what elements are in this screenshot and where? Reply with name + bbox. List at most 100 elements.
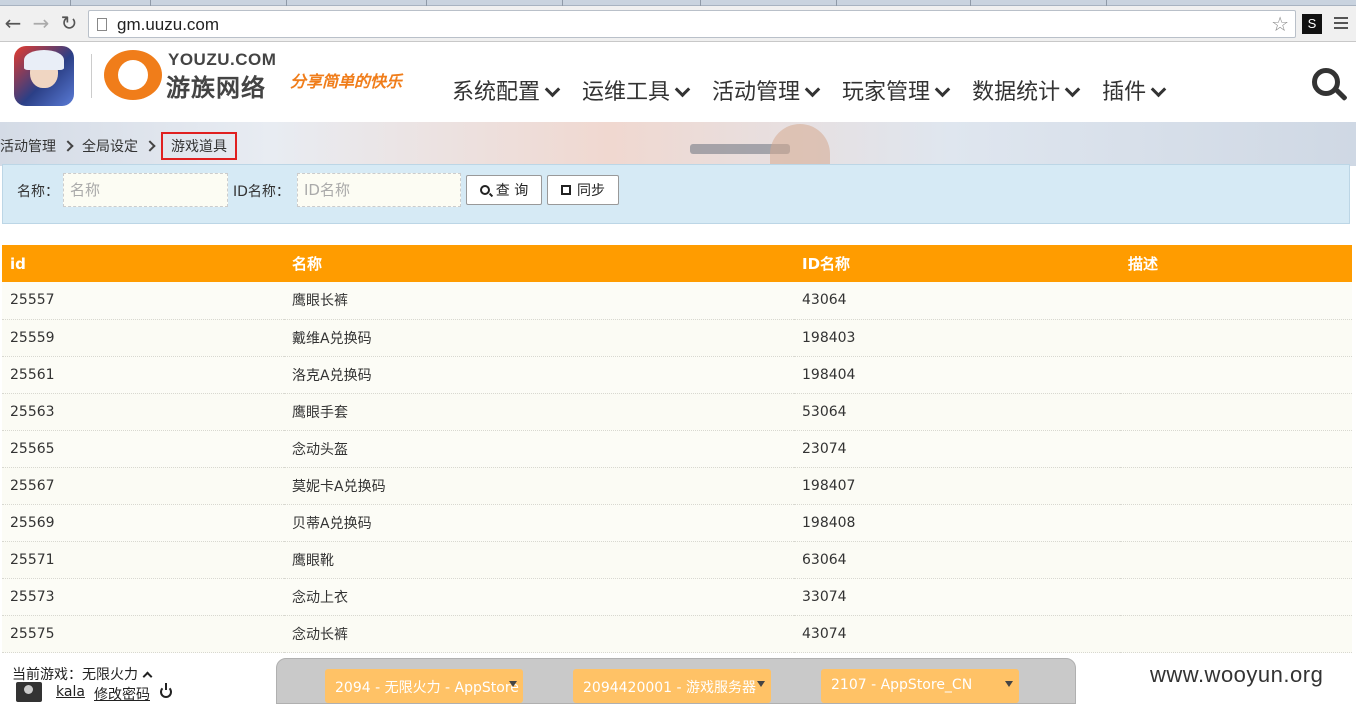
- reload-icon[interactable]: ↻: [58, 12, 80, 34]
- cell-id: 25573: [2, 578, 284, 616]
- cell-name: 念动上衣: [284, 578, 794, 616]
- nav-item-label: 插件: [1102, 80, 1147, 105]
- chevron-down-icon: [804, 81, 821, 97]
- cell-id: 25569: [2, 504, 284, 542]
- cell-name: 莫妮卡A兑换码: [284, 467, 794, 505]
- cell-id-name: 43074: [794, 615, 1120, 653]
- table-row[interactable]: 25569 贝蒂A兑换码 198408: [2, 504, 1352, 542]
- cell-id-name: 23074: [794, 430, 1120, 468]
- bookmark-star-icon[interactable]: ☆: [1271, 12, 1289, 36]
- chevron-down-icon: [1064, 81, 1081, 97]
- table-row[interactable]: 25559 戴维A兑换码 198403: [2, 319, 1352, 357]
- filter-bar: 名称： ID名称： 查 询 同步: [2, 164, 1350, 224]
- cell-id: 25563: [2, 393, 284, 431]
- table-row[interactable]: 25573 念动上衣 33074: [2, 578, 1352, 616]
- query-button[interactable]: 查 询: [466, 175, 542, 205]
- user-avatar-icon: [16, 682, 42, 702]
- server-select[interactable]: 2094420001 - 游戏服务器: [573, 669, 771, 703]
- nav-item-label: 系统配置: [452, 80, 541, 105]
- cell-id-name: 198407: [794, 467, 1120, 505]
- watermark: www.wooyun.org: [1150, 662, 1324, 687]
- cell-id-name: 63064: [794, 541, 1120, 579]
- game-select[interactable]: 2094 - 无限火力 - AppStore: [325, 669, 523, 703]
- column-header-id: id: [2, 245, 284, 282]
- cell-desc: [1120, 578, 1352, 616]
- banner-art: [770, 124, 830, 166]
- nav-item-plugins[interactable]: 插件: [1102, 74, 1167, 106]
- cell-name: 鹰眼手套: [284, 393, 794, 431]
- nav-item-activity-mgmt[interactable]: 活动管理: [712, 74, 821, 106]
- current-game-label: 当前游戏：无限火力: [12, 667, 138, 683]
- chevron-down-icon: [934, 81, 951, 97]
- platform-select[interactable]: 2107 - AppStore_CN: [821, 669, 1019, 703]
- nav-item-system-config[interactable]: 系统配置: [452, 74, 561, 106]
- cell-name: 洛克A兑换码: [284, 356, 794, 394]
- chevron-right-icon: [62, 140, 74, 152]
- breadcrumb-current: 游戏道具: [161, 132, 237, 160]
- edit-icon: [561, 185, 571, 195]
- nav-item-player-mgmt[interactable]: 玩家管理: [842, 74, 951, 106]
- url-text[interactable]: gm.uuzu.com: [117, 15, 219, 35]
- nav-item-data-stats[interactable]: 数据统计: [972, 74, 1081, 106]
- cell-id-name: 33074: [794, 578, 1120, 616]
- search-icon[interactable]: [1312, 68, 1348, 104]
- sync-button[interactable]: 同步: [547, 175, 619, 205]
- nav-item-ops-tools[interactable]: 运维工具: [582, 74, 691, 106]
- logout-power-icon[interactable]: [160, 683, 172, 698]
- query-button-label: 查 询: [495, 183, 529, 199]
- address-bar[interactable]: gm.uuzu.com ☆: [88, 10, 1296, 38]
- id-name-input[interactable]: [297, 173, 461, 207]
- logo-cn-text: 游族网络: [166, 74, 266, 102]
- name-label: 名称：: [17, 184, 59, 200]
- cell-id-name: 53064: [794, 393, 1120, 431]
- cell-id-name: 43064: [794, 282, 1120, 320]
- table-row[interactable]: 25575 念动长裤 43074: [2, 615, 1352, 653]
- extension-s-icon[interactable]: S: [1302, 14, 1322, 34]
- cell-id: 25575: [2, 615, 284, 653]
- cell-name: 念动头盔: [284, 430, 794, 468]
- cell-id: 25567: [2, 467, 284, 505]
- dropdown-arrow-icon: [1005, 681, 1013, 687]
- table-row[interactable]: 25563 鹰眼手套 53064: [2, 393, 1352, 431]
- chevron-down-icon: [1150, 81, 1167, 97]
- youzu-hand-logo-icon: [104, 50, 162, 100]
- table-row[interactable]: 25557 鹰眼长裤 43064: [2, 282, 1352, 320]
- table-row[interactable]: 25565 念动头盔 23074: [2, 430, 1352, 468]
- main-nav: 系统配置 运维工具 活动管理 玩家管理 数据统计 插件: [452, 74, 1188, 106]
- cell-id-name: 198404: [794, 356, 1120, 394]
- table-row[interactable]: 25571 鹰眼靴 63064: [2, 541, 1352, 579]
- table-row[interactable]: 25561 洛克A兑换码 198404: [2, 356, 1352, 394]
- browser-menu-icon[interactable]: [1334, 17, 1348, 31]
- cell-desc: [1120, 541, 1352, 579]
- chevron-down-icon: [674, 81, 691, 97]
- cell-desc: [1120, 319, 1352, 357]
- cell-desc: [1120, 504, 1352, 542]
- page-icon: [97, 18, 107, 31]
- cell-name: 念动长裤: [284, 615, 794, 653]
- search-icon: [479, 185, 490, 195]
- breadcrumb-item[interactable]: 全局设定: [82, 136, 138, 156]
- cell-id-name: 198403: [794, 319, 1120, 357]
- header-divider: [91, 54, 92, 98]
- breadcrumb-item[interactable]: 活动管理: [0, 136, 56, 156]
- cell-desc: [1120, 282, 1352, 320]
- back-arrow-icon[interactable]: ←: [2, 12, 24, 34]
- sync-button-label: 同步: [577, 183, 605, 199]
- cell-desc: [1120, 615, 1352, 653]
- forward-arrow-icon[interactable]: →: [30, 12, 52, 34]
- cell-name: 戴维A兑换码: [284, 319, 794, 357]
- cell-name: 鹰眼靴: [284, 541, 794, 579]
- game-avatar-icon: [14, 46, 74, 106]
- table-row[interactable]: 25567 莫妮卡A兑换码 198407: [2, 467, 1352, 505]
- site-header: YOUZU.COM 游族网络 分享简单的快乐 系统配置 运维工具 活动管理 玩家…: [0, 42, 1356, 122]
- current-game-toggle[interactable]: 当前游戏：无限火力: [12, 664, 153, 684]
- chevron-down-icon: [544, 81, 561, 97]
- logo-en-text: YOUZU.COM: [168, 50, 277, 69]
- dropdown-arrow-icon: [509, 681, 517, 687]
- username-link[interactable]: kala: [56, 684, 85, 700]
- cell-id: 25565: [2, 430, 284, 468]
- change-password-link[interactable]: 修改密码: [94, 684, 150, 704]
- name-input[interactable]: [63, 173, 228, 207]
- table-header-row: id 名称 ID名称 描述: [2, 245, 1352, 282]
- column-header-desc: 描述: [1120, 245, 1352, 282]
